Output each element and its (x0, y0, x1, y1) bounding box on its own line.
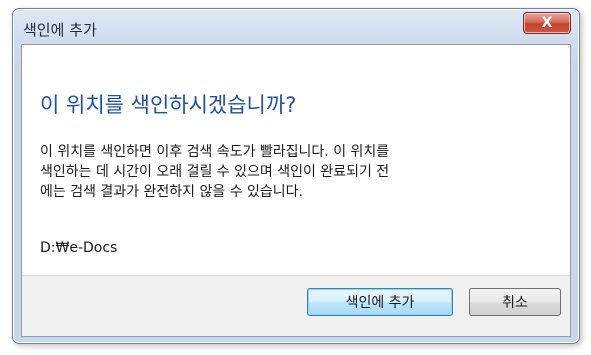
message-line: 에는 검색 결과가 완전하지 않을 수 있습니다. (40, 184, 303, 200)
dialog-heading: 이 위치를 색인하시겠습니까? (40, 93, 297, 117)
index-path: D:₩e-Docs (40, 240, 118, 256)
close-icon: X (541, 15, 553, 31)
add-to-index-button[interactable]: 색인에 추가 (307, 288, 453, 316)
cancel-button[interactable]: 취소 (469, 288, 561, 316)
window-title: 색인에 추가 (23, 21, 97, 39)
dialog-message: 이 위치를 색인하면 이후 검색 속도가 빨라집니다. 이 위치를 색인하는 데… (40, 142, 560, 202)
title-bar[interactable]: 색인에 추가 X (13, 9, 579, 45)
button-bar: 색인에 추가 취소 (22, 275, 570, 336)
message-line: 이 위치를 색인하면 이후 검색 속도가 빨라집니다. 이 위치를 (40, 144, 390, 160)
dialog-content: 이 위치를 색인하시겠습니까? 이 위치를 색인하면 이후 검색 속도가 빨라집… (21, 44, 571, 337)
close-button[interactable]: X (523, 12, 571, 34)
message-line: 색인하는 데 시간이 오래 걸릴 수 있으며 색인이 완료되기 전 (40, 164, 390, 180)
dialog-window: 색인에 추가 X 이 위치를 색인하시겠습니까? 이 위치를 색인하면 이후 검… (12, 8, 580, 344)
